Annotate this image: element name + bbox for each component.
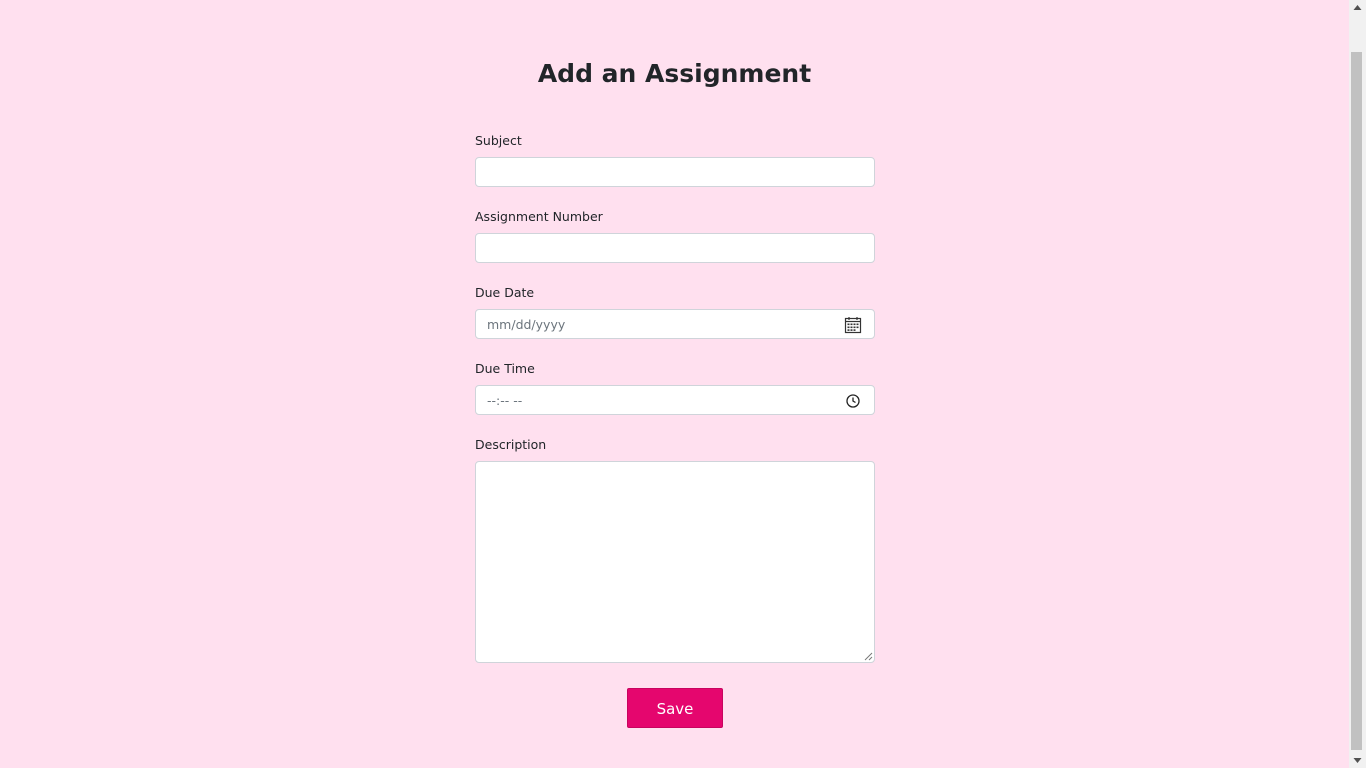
assignment-number-label: Assignment Number — [475, 209, 603, 224]
due-time-placeholder: --:-- -- — [487, 393, 523, 408]
due-date-placeholder: mm/dd/yyyy — [487, 317, 566, 332]
due-date-label: Due Date — [475, 285, 535, 300]
assignment-form: Subject Assignment Number Due Date mm/dd… — [475, 132, 875, 663]
vertical-scrollbar[interactable] — [1349, 0, 1366, 768]
scroll-down-arrow-icon[interactable] — [1349, 751, 1366, 768]
page: Add an Assignment Subject Assignment Num… — [0, 0, 1349, 768]
page-title: Add an Assignment — [537, 59, 812, 88]
due-time-label: Due Time — [475, 361, 535, 376]
calendar-icon[interactable] — [844, 316, 862, 334]
assignment-number-input[interactable] — [475, 233, 875, 263]
resize-handle-icon[interactable] — [864, 652, 873, 661]
clock-icon[interactable] — [844, 392, 862, 410]
subject-input[interactable] — [475, 157, 875, 187]
save-button[interactable]: Save — [627, 688, 723, 728]
description-label: Description — [475, 437, 547, 452]
subject-label: Subject — [475, 133, 522, 148]
due-time-input[interactable]: --:-- -- — [475, 385, 875, 415]
due-date-input[interactable]: mm/dd/yyyy — [475, 309, 875, 339]
description-textarea[interactable] — [475, 461, 875, 663]
scroll-up-arrow-icon[interactable] — [1349, 0, 1366, 17]
scrollbar-thumb[interactable] — [1351, 52, 1362, 750]
